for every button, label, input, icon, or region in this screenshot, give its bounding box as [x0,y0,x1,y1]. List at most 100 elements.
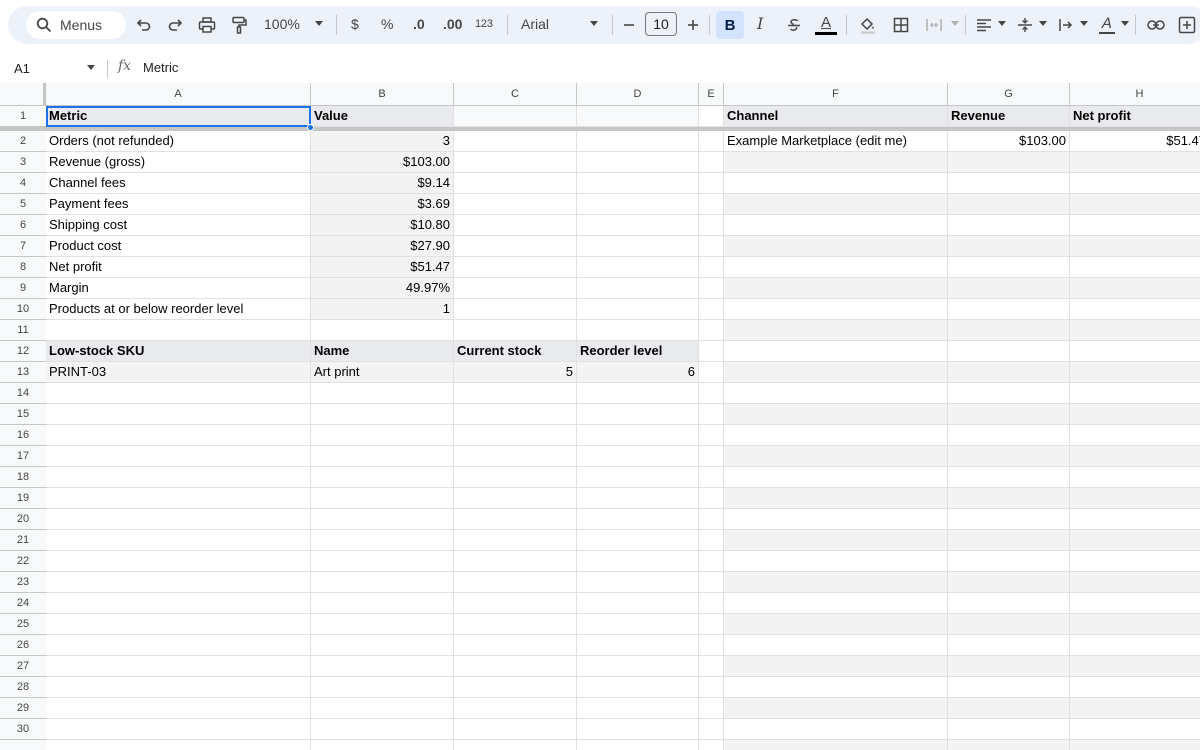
cell-e7[interactable] [699,236,724,257]
cell-f1[interactable]: Channel [724,106,948,127]
cell-f12[interactable] [724,341,948,362]
horizontal-align-button[interactable] [971,12,997,38]
cell-b26[interactable] [311,635,454,656]
cell-b15[interactable] [311,404,454,425]
cell-d23[interactable] [577,572,699,593]
cell-d17[interactable] [577,446,699,467]
cell-d2[interactable] [577,131,699,152]
cell-h23[interactable] [1070,572,1200,593]
column-header-e[interactable]: E [699,83,724,106]
fill-color-button[interactable] [855,12,881,38]
vertical-align-dropdown-icon[interactable] [1039,21,1047,26]
cell-e8[interactable] [699,257,724,278]
cell-g28[interactable] [948,677,1070,698]
cell-h11[interactable] [1070,320,1200,341]
cell-c7[interactable] [454,236,577,257]
cell-c26[interactable] [454,635,577,656]
cell-f20[interactable] [724,509,948,530]
column-header-c[interactable]: C [454,83,577,106]
cell-d20[interactable] [577,509,699,530]
cell-g4[interactable] [948,173,1070,194]
cell-g13[interactable] [948,362,1070,383]
cell-e19[interactable] [699,488,724,509]
cell-b29[interactable] [311,698,454,719]
cell-f29[interactable] [724,698,948,719]
cell-c28[interactable] [454,677,577,698]
cell-f27[interactable] [724,656,948,677]
insert-comment-button[interactable] [1174,12,1200,38]
cell-g26[interactable] [948,635,1070,656]
cell-e12[interactable] [699,341,724,362]
row-header-1[interactable]: 1 [0,106,46,127]
cell-h14[interactable] [1070,383,1200,404]
cell-b3[interactable]: $103.00 [311,152,454,173]
cell-d14[interactable] [577,383,699,404]
cell-d13[interactable]: 6 [577,362,699,383]
cell-c11[interactable] [454,320,577,341]
italic-button[interactable]: I [757,14,763,33]
cell-c12[interactable]: Current stock [454,341,577,362]
cell-f8[interactable] [724,257,948,278]
cell-b23[interactable] [311,572,454,593]
cell-c21[interactable] [454,530,577,551]
cell-c31[interactable] [454,740,577,750]
row-header-20[interactable]: 20 [0,509,46,530]
cell-e3[interactable] [699,152,724,173]
cell-a8[interactable]: Net profit [46,257,311,278]
cell-d19[interactable] [577,488,699,509]
cell-b17[interactable] [311,446,454,467]
cell-b24[interactable] [311,593,454,614]
cell-b2[interactable]: 3 [311,131,454,152]
cell-d3[interactable] [577,152,699,173]
cell-b12[interactable]: Name [311,341,454,362]
cell-f28[interactable] [724,677,948,698]
cell-d16[interactable] [577,425,699,446]
cell-e10[interactable] [699,299,724,320]
cell-e9[interactable] [699,278,724,299]
cell-c9[interactable] [454,278,577,299]
cell-f6[interactable] [724,215,948,236]
cell-h1[interactable]: Net profit [1070,106,1200,127]
vertical-align-button[interactable] [1012,12,1038,38]
row-header-6[interactable]: 6 [0,215,46,236]
cell-g11[interactable] [948,320,1070,341]
cell-e16[interactable] [699,425,724,446]
cell-h30[interactable] [1070,719,1200,740]
column-header-g[interactable]: G [948,83,1070,106]
cell-d22[interactable] [577,551,699,572]
cell-c19[interactable] [454,488,577,509]
cell-h24[interactable] [1070,593,1200,614]
row-header-8[interactable]: 8 [0,257,46,278]
cell-f21[interactable] [724,530,948,551]
formula-input[interactable]: Metric [143,60,178,75]
cell-h4[interactable] [1070,173,1200,194]
cell-a5[interactable]: Payment fees [46,194,311,215]
cell-c24[interactable] [454,593,577,614]
cell-c6[interactable] [454,215,577,236]
cell-h16[interactable] [1070,425,1200,446]
cell-a7[interactable]: Product cost [46,236,311,257]
cell-g30[interactable] [948,719,1070,740]
row-header-9[interactable]: 9 [0,278,46,299]
cell-e21[interactable] [699,530,724,551]
cell-e5[interactable] [699,194,724,215]
cell-c3[interactable] [454,152,577,173]
cell-d27[interactable] [577,656,699,677]
row-header-15[interactable]: 15 [0,404,46,425]
cell-a28[interactable] [46,677,311,698]
more-formats-button[interactable]: 123 [475,18,493,30]
cell-h5[interactable] [1070,194,1200,215]
cell-e22[interactable] [699,551,724,572]
cell-d21[interactable] [577,530,699,551]
cell-b8[interactable]: $51.47 [311,257,454,278]
strikethrough-button[interactable] [781,12,807,38]
cell-e18[interactable] [699,467,724,488]
cell-a9[interactable]: Margin [46,278,311,299]
cell-e30[interactable] [699,719,724,740]
cell-h7[interactable] [1070,236,1200,257]
cell-h28[interactable] [1070,677,1200,698]
cell-c4[interactable] [454,173,577,194]
cell-a23[interactable] [46,572,311,593]
fill-handle[interactable] [307,124,314,131]
cell-h22[interactable] [1070,551,1200,572]
